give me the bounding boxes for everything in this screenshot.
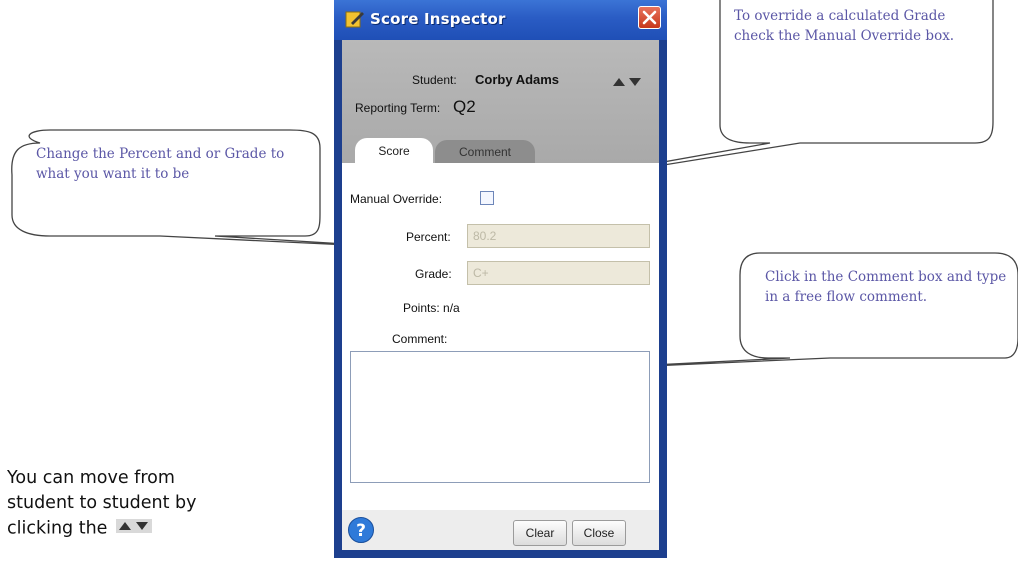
close-button[interactable]: Close — [572, 520, 626, 546]
student-nav-arrows[interactable] — [611, 73, 643, 92]
up-down-arrows-icon — [116, 516, 153, 541]
inspector-header: Student: Corby Adams Reporting Term: Q2 … — [342, 40, 659, 164]
next-student-icon — [629, 78, 641, 86]
help-icon[interactable]: ? — [347, 516, 375, 548]
title-bar[interactable]: Score Inspector — [334, 0, 667, 40]
tab-score[interactable]: Score — [355, 138, 433, 164]
percent-field[interactable]: 80.2 — [467, 224, 650, 248]
percent-label: Percent: — [406, 230, 451, 244]
comment-callout-text: Click in the Comment box and type in a f… — [765, 269, 1007, 305]
previous-student-icon — [613, 78, 625, 86]
grade-field[interactable]: C+ — [467, 261, 650, 285]
pencil-icon — [345, 9, 365, 33]
grade-label: Grade: — [415, 267, 452, 281]
close-window-button[interactable] — [638, 6, 661, 29]
comment-textarea[interactable] — [350, 351, 650, 483]
navigation-note: You can move from student to student by … — [7, 466, 247, 542]
override-callout-text: To override a calculated Grade check the… — [734, 8, 955, 44]
points-label: Points: n/a — [403, 301, 460, 315]
percent-grade-callout-text: Change the Percent and or Grade to what … — [36, 146, 285, 182]
close-icon — [642, 10, 657, 25]
term-value: Q2 — [453, 97, 476, 116]
student-name: Corby Adams — [475, 72, 560, 87]
score-inspector-window: Score Inspector Student: Corby Adams Rep… — [334, 0, 667, 558]
manual-override-label: Manual Override: — [350, 192, 443, 206]
window-title: Score Inspector — [370, 10, 506, 28]
student-label: Student: — [412, 73, 457, 87]
term-label: Reporting Term: — [355, 101, 441, 115]
tab-comment[interactable]: Comment — [435, 140, 535, 164]
svg-text:?: ? — [356, 521, 366, 541]
score-panel: Manual Override: Percent: 80.2 Grade: C+… — [342, 163, 659, 537]
comment-label: Comment: — [392, 332, 448, 346]
navigation-note-text: You can move from student to student by … — [7, 468, 197, 539]
manual-override-checkbox[interactable] — [480, 191, 494, 205]
clear-button[interactable]: Clear — [513, 520, 567, 546]
